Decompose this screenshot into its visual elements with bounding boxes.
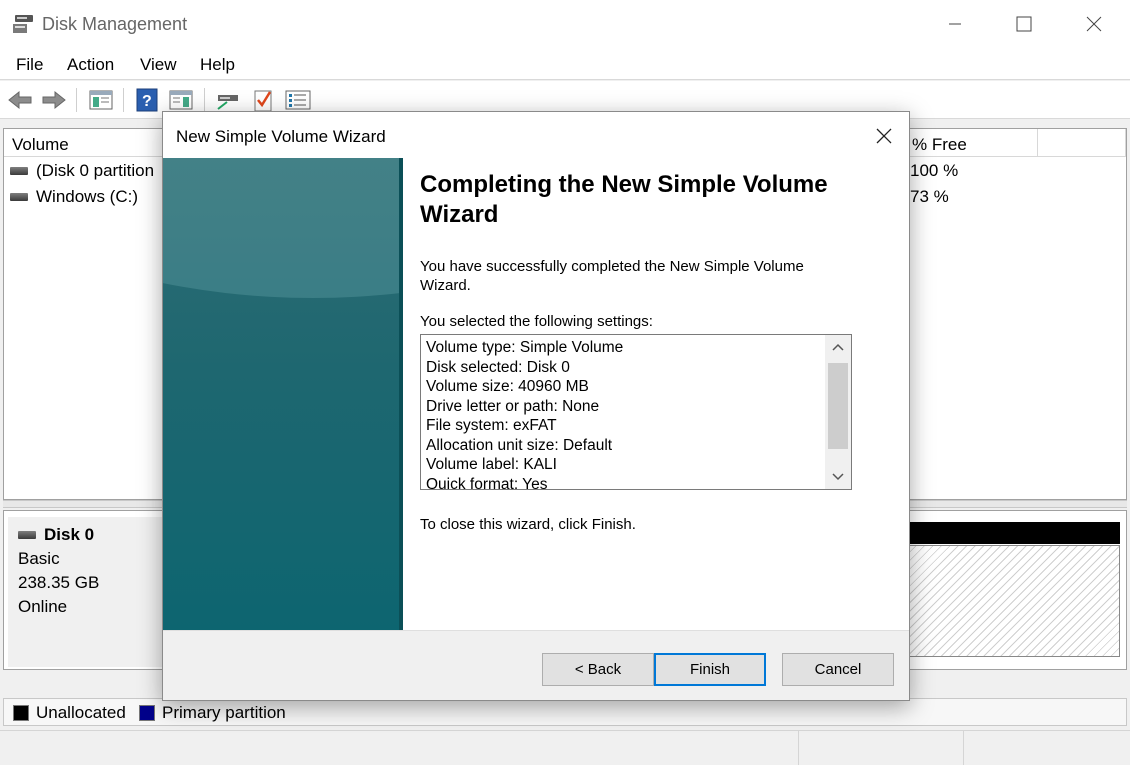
disk-size: 238.35 GB (18, 573, 100, 592)
setting-item: Allocation unit size: Default (426, 436, 613, 454)
close-icon[interactable] (1059, 0, 1129, 48)
partition-header-bar (907, 522, 1120, 544)
action-pane-icon[interactable] (168, 87, 194, 113)
settings-label: You selected the following settings: (420, 313, 653, 330)
scroll-up-icon[interactable] (825, 335, 851, 359)
help-icon[interactable]: ? (134, 87, 160, 113)
svg-text:?: ? (142, 93, 152, 110)
volume-name: Windows (C:) (36, 187, 139, 206)
settings-list: Volume type: Simple Volume Disk selected… (426, 338, 624, 490)
unallocated-partition[interactable] (907, 545, 1120, 657)
finish-button[interactable]: Finish (654, 653, 766, 686)
volume-row[interactable]: (Disk 0 partition (10, 161, 154, 181)
volume-free: 73 % (910, 187, 949, 206)
volume-name: (Disk 0 partition (36, 161, 155, 180)
close-hint: To close this wizard, click Finish. (420, 516, 636, 533)
connect-icon[interactable] (215, 87, 241, 113)
console-tree-icon[interactable] (88, 87, 114, 113)
window-title: Disk Management (42, 14, 188, 34)
column-header-volume[interactable]: Volume (4, 129, 164, 157)
dialog-title: New Simple Volume Wizard (176, 127, 386, 146)
status-separator (798, 731, 799, 765)
banner-edge (399, 158, 403, 630)
menu-help[interactable]: Help (200, 55, 235, 75)
title-bar: Disk Management (0, 0, 1130, 48)
toolbar-separator (76, 88, 77, 112)
menu-file[interactable]: File (16, 55, 43, 75)
disk-management-icon (12, 13, 36, 35)
setting-item: Disk selected: Disk 0 (426, 358, 570, 376)
disk-type: Basic (18, 549, 60, 568)
check-icon[interactable] (250, 87, 276, 113)
volume-free: 100 % (910, 161, 959, 180)
legend-swatch-primary (139, 705, 155, 721)
vertical-scrollbar[interactable] (825, 335, 851, 489)
wizard-dialog: New Simple Volume Wizard Completing the … (162, 111, 910, 701)
disk-status: Online (18, 597, 68, 616)
status-separator (963, 731, 964, 765)
disk-info[interactable]: Disk 0 Basic 238.35 GB Online (8, 517, 188, 667)
setting-item: Volume type: Simple Volume (426, 339, 624, 356)
cancel-button[interactable]: Cancel (782, 653, 894, 686)
properties-icon[interactable] (285, 87, 311, 113)
legend-swatch-unallocated (13, 705, 29, 721)
wizard-intro: You have successfully completed the New … (420, 258, 804, 294)
disk-name: Disk 0 (44, 525, 95, 544)
back-arrow-icon[interactable] (7, 87, 33, 113)
legend-label: Unallocated (36, 703, 126, 722)
legend: Unallocated Primary partition (3, 698, 1127, 726)
close-icon[interactable] (863, 120, 905, 152)
setting-item: File system: exFAT (426, 417, 557, 434)
wizard-heading: Completing the New Simple Volume Wizard (420, 171, 828, 228)
scroll-down-icon[interactable] (825, 465, 851, 489)
banner-highlight (163, 158, 401, 298)
maximize-icon[interactable] (989, 0, 1059, 48)
wizard-banner (163, 158, 401, 630)
setting-item: Volume size: 40960 MB (426, 378, 589, 395)
wizard-footer: < Back Finish Cancel (163, 630, 909, 700)
volume-row[interactable]: Windows (C:) (10, 187, 138, 207)
setting-item: Quick format: Yes (426, 475, 548, 490)
toolbar-separator (204, 88, 205, 112)
menu-bar: File Action View Help (0, 48, 1130, 80)
drive-icon (18, 531, 36, 539)
forward-arrow-icon[interactable] (41, 87, 67, 113)
drive-icon (10, 193, 28, 201)
column-header-empty (1038, 129, 1126, 157)
scrollbar-thumb[interactable] (828, 363, 848, 449)
minimize-icon[interactable] (920, 0, 990, 48)
column-header-free[interactable]: % Free (904, 129, 1038, 157)
setting-item: Drive letter or path: None (426, 397, 600, 415)
legend-label: Primary partition (162, 703, 286, 722)
setting-item: Volume label: KALI (426, 456, 557, 473)
menu-action[interactable]: Action (67, 55, 114, 75)
back-button[interactable]: < Back (542, 653, 654, 686)
drive-icon (10, 167, 28, 175)
menu-view[interactable]: View (140, 55, 177, 75)
toolbar-separator (123, 88, 124, 112)
settings-textbox[interactable]: Volume type: Simple Volume Disk selected… (420, 334, 852, 490)
status-bar (0, 730, 1130, 765)
